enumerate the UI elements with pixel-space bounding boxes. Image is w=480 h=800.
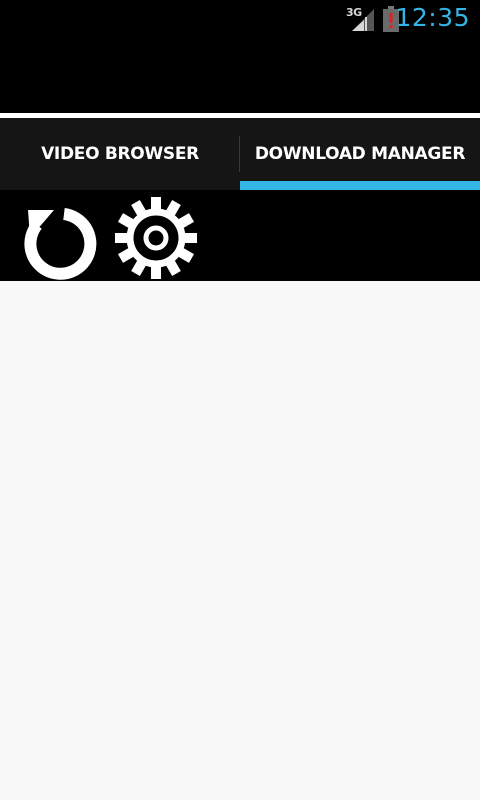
- toolbar: [0, 190, 480, 281]
- tab-download-manager[interactable]: DOWNLOAD MANAGER: [240, 118, 480, 190]
- refresh-button[interactable]: [16, 196, 100, 280]
- tab-download-manager-label: DOWNLOAD MANAGER: [254, 144, 466, 164]
- download-list-area: [0, 281, 480, 800]
- selected-tab-indicator: [240, 181, 480, 190]
- status-bar: 3G 12:35: [0, 0, 480, 38]
- gear-icon: [115, 197, 197, 279]
- tab-bar: VIDEO BROWSER DOWNLOAD MANAGER: [0, 118, 480, 190]
- tab-video-browser-label: VIDEO BROWSER: [41, 144, 199, 164]
- settings-button[interactable]: [114, 196, 198, 280]
- refresh-icon: [24, 208, 97, 280]
- tab-video-browser[interactable]: VIDEO BROWSER: [0, 118, 240, 190]
- status-clock: 12:35: [395, 3, 470, 32]
- signal-icon: [352, 9, 374, 31]
